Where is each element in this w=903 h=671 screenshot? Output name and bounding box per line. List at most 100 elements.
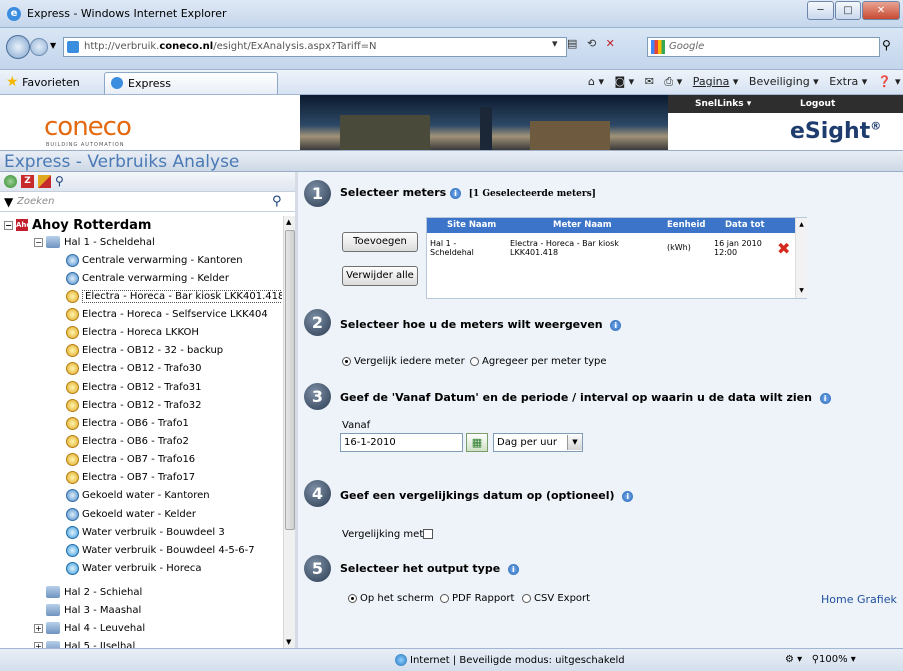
collapse-icon[interactable]: − (34, 237, 43, 247)
filter-icon[interactable] (38, 175, 51, 188)
compare-with[interactable]: Vergelijking met (342, 529, 434, 540)
tree-meter-item[interactable]: Electra - Horeca - Selfservice LKK404 (66, 305, 268, 323)
remove-all-button[interactable]: Verwijder alle (342, 266, 418, 286)
tree-meter-item[interactable]: Electra - OB6 - Trafo1 (66, 414, 189, 432)
mail-icon[interactable]: ✉ (645, 75, 654, 88)
favorites-button[interactable]: ★ Favorieten (6, 74, 80, 90)
edit-icon[interactable]: Z (21, 175, 34, 188)
refresh-tree-icon[interactable] (4, 175, 17, 188)
radio-selected[interactable] (342, 356, 351, 366)
radio[interactable] (522, 593, 531, 603)
tree-meter-item[interactable]: Electra - OB12 - 32 - backup (66, 342, 223, 360)
protected-mode-icon[interactable]: ⚙ (785, 654, 794, 665)
tree-meter-item[interactable]: Electra - OB12 - Trafo32 (66, 396, 202, 414)
scroll-down-icon[interactable]: ▼ (286, 638, 291, 646)
radio-pdf[interactable]: PDF Rapport (440, 593, 514, 604)
home-icon[interactable]: ⌂ (588, 75, 595, 88)
window-titlebar: e Express - Windows Internet Explorer ─ … (0, 0, 903, 28)
tree-meter-item[interactable]: Centrale verwarming - Kantoren (66, 251, 243, 269)
info-icon[interactable]: i (450, 187, 462, 199)
tree-node-hall[interactable]: Hal 3 - Maashal (34, 601, 141, 619)
tree-node-hall[interactable]: + Hal 5 - IJselhal (34, 638, 135, 648)
compare-checkbox[interactable] (423, 529, 434, 539)
extra-menu[interactable]: Extra (829, 75, 858, 88)
tree-meter-item[interactable]: Water verbruik - Horeca (66, 560, 202, 578)
tree-meter-item[interactable]: Electra - OB12 - Trafo30 (66, 360, 202, 378)
radio-compare-each[interactable]: Vergelijk iedere meter (342, 356, 465, 367)
selected-count: [1 Geselecteerde meters] (468, 189, 596, 199)
date-input[interactable]: 16-1-2010 (340, 433, 463, 452)
home-graph-link[interactable]: Home Grafiek (821, 593, 897, 606)
tree-search-row[interactable]: ▼ Zoeken ⚲ (0, 192, 295, 212)
info-icon[interactable]: i (819, 392, 831, 404)
tree-meter-item[interactable]: Electra - OB7 - Trafo16 (66, 451, 195, 469)
page-menu[interactable]: Pagina ▾ (693, 75, 739, 88)
maximize-button[interactable]: □ (835, 1, 861, 20)
security-menu[interactable]: Beveiliging (749, 75, 810, 88)
tree-scrollbar[interactable]: ▲ ▼ (283, 216, 295, 648)
status-bar: Internet | Beveiligde modus: uitgeschake… (0, 648, 903, 671)
chevron-down-icon[interactable]: ▼ (567, 435, 582, 450)
tree-node-hall[interactable]: Hal 2 - Schiehal (34, 583, 142, 601)
table-scrollbar[interactable]: ▲ ▼ (795, 218, 807, 298)
search-field[interactable]: Google (647, 37, 880, 57)
column-header: Meter Naam (553, 220, 612, 230)
funnel-icon[interactable]: ▼ (4, 195, 13, 209)
coneco-logo[interactable]: coneco (44, 112, 132, 142)
zoom-control[interactable]: ⚙ ▾ ⚲100% ▾ (785, 654, 856, 665)
tree-toolbar: Z ⚲ (0, 172, 295, 192)
info-icon[interactable]: i (622, 490, 634, 502)
scroll-up-icon[interactable]: ▲ (286, 218, 291, 226)
close-button[interactable]: ✕ (862, 1, 900, 20)
tree-meter-item[interactable]: Gekoeld water - Kelder (66, 505, 196, 523)
collapse-icon[interactable]: − (4, 220, 13, 230)
refresh-icon[interactable]: ⟲ (587, 37, 596, 50)
radio-aggregate[interactable]: Agregeer per meter type (470, 356, 607, 367)
tree-node-hall[interactable]: + Hal 4 - Leuvehal (34, 619, 145, 637)
stop-icon[interactable]: ✕ (606, 37, 615, 50)
url-dropdown-icon[interactable]: ▾ (552, 37, 558, 50)
info-icon[interactable]: i (507, 563, 519, 575)
search-tree-icon[interactable]: ⚲ (55, 175, 68, 188)
tab-express[interactable]: Express (104, 72, 278, 94)
tree-meter-item[interactable]: Electra - Horeca LKKOH (66, 324, 199, 342)
radio-csv[interactable]: CSV Export (522, 593, 590, 604)
compat-view-icon[interactable]: ▤ (567, 37, 577, 50)
radio[interactable] (440, 593, 449, 603)
tree-meter-item[interactable]: Water verbruik - Bouwdeel 4-5-6-7 (66, 541, 255, 559)
url-field[interactable]: http://verbruik.coneco.nl/esight/ExAnaly… (63, 37, 567, 57)
delete-row-icon[interactable]: ✖ (777, 239, 790, 258)
calendar-icon[interactable]: ▦ (466, 433, 488, 452)
minimize-button[interactable]: ─ (807, 1, 834, 20)
snellinks-menu[interactable]: SnelLinks ▾ (695, 99, 751, 109)
tree-meter-item[interactable]: Electra - Horeca - Bar kiosk LKK401.418 (66, 287, 282, 305)
tree-meter-item[interactable]: Water verbruik - Bouwdeel 3 (66, 523, 225, 541)
expand-icon[interactable]: + (34, 623, 43, 633)
back-button[interactable] (6, 35, 30, 59)
add-meters-button[interactable]: Toevoegen (342, 232, 418, 252)
esight-brand: eSight® (790, 119, 882, 144)
tree-search-input[interactable]: Zoeken (17, 196, 54, 207)
help-icon[interactable]: ❓ (878, 75, 892, 88)
radio-selected[interactable] (348, 593, 357, 603)
radio-screen[interactable]: Op het scherm (348, 593, 434, 604)
interval-select[interactable]: Dag per uur ▼ (493, 433, 583, 452)
tree-node-hal1[interactable]: − Hal 1 - Scheldehal (34, 233, 155, 251)
tree-meter-item[interactable]: Electra - OB12 - Trafo31 (66, 378, 202, 396)
search-icon[interactable]: ⚲ (272, 194, 282, 209)
scroll-thumb[interactable] (285, 230, 295, 530)
search-icon[interactable]: ⚲ (882, 38, 891, 52)
security-zone[interactable]: Internet | Beveiligde modus: uitgeschake… (395, 654, 625, 666)
logout-link[interactable]: Logout (800, 99, 835, 109)
tree-meter-item[interactable]: Electra - OB7 - Trafo17 (66, 469, 195, 487)
tree-meter-item[interactable]: Centrale verwarming - Kelder (66, 269, 229, 287)
print-icon[interactable]: ⎙ (664, 75, 673, 88)
info-icon[interactable]: i (610, 319, 622, 331)
tree-meter-item[interactable]: Electra - OB6 - Trafo2 (66, 433, 189, 451)
feeds-icon[interactable]: ◙ (615, 75, 626, 88)
recent-pages-dropdown-icon[interactable]: ▼ (50, 41, 56, 50)
tree-node-root[interactable]: − Ahoy Ahoy Rotterdam (4, 216, 151, 234)
radio[interactable] (470, 356, 479, 366)
forward-button[interactable] (30, 38, 48, 56)
tree-meter-item[interactable]: Gekoeld water - Kantoren (66, 487, 210, 505)
